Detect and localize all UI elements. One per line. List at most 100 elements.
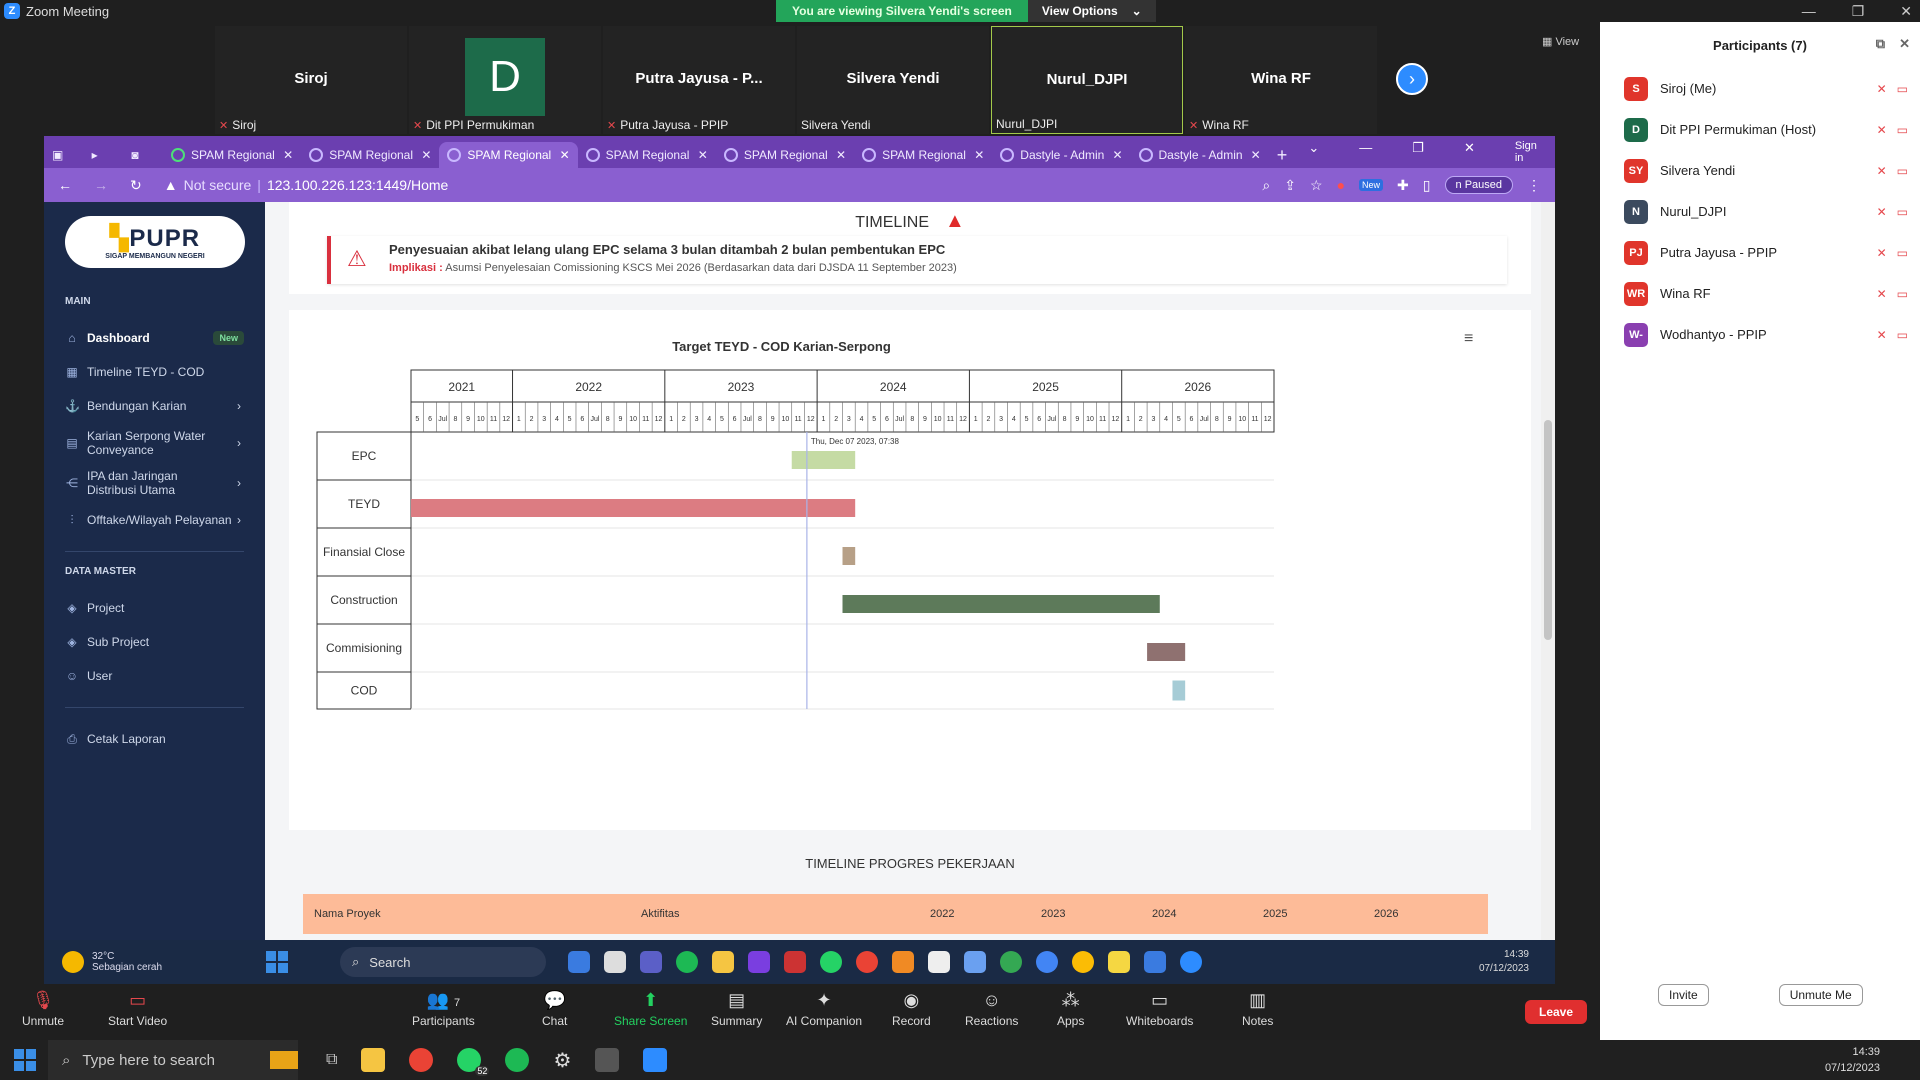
spotify-icon[interactable]	[505, 1048, 530, 1072]
participants-button[interactable]: 👥 7 Participants	[412, 990, 475, 1028]
settings-gear-icon[interactable]: ⚙	[553, 1048, 571, 1073]
sublime-icon[interactable]	[892, 951, 914, 973]
app-icon[interactable]	[604, 951, 626, 973]
close-tab-icon[interactable]: ✕	[836, 148, 846, 162]
tab-search-icon[interactable]: ⌄	[1308, 140, 1319, 164]
participant-row[interactable]: PJ Putra Jayusa - PPIP ✕ ▭	[1600, 232, 1920, 273]
sidebar-item-user[interactable]: ☺ User	[44, 659, 265, 693]
video-tile[interactable]: Wina RF ✕ Wina RF	[1185, 26, 1377, 134]
video-tile[interactable]: Siroj ✕ Siroj	[215, 26, 407, 134]
notes-button[interactable]: ▥ Notes	[1242, 990, 1273, 1028]
chrome-icon[interactable]	[1000, 951, 1022, 973]
participant-row[interactable]: SY Silvera Yendi ✕ ▭	[1600, 150, 1920, 191]
minimize-icon[interactable]: —	[1802, 3, 1816, 19]
participant-row[interactable]: D Dit PPI Permukiman (Host) ✕ ▭	[1600, 109, 1920, 150]
close-tab-icon[interactable]: ✕	[1112, 148, 1122, 162]
browser-tab[interactable]: Dastyle - Admin ✕	[1131, 142, 1269, 168]
participant-row[interactable]: N Nurul_DJPI ✕ ▭	[1600, 191, 1920, 232]
zoom-app-icon[interactable]	[643, 1048, 668, 1072]
extension-red-icon[interactable]: ●	[1337, 177, 1345, 193]
next-page-arrow-icon[interactable]: ›	[1396, 63, 1428, 95]
close-icon[interactable]: ✕	[1899, 36, 1910, 52]
filezilla-icon[interactable]	[784, 951, 806, 973]
tab-pinned[interactable]: ▸	[84, 142, 124, 168]
zoom-app-icon[interactable]	[1180, 951, 1202, 973]
video-tile[interactable]: Putra Jayusa - P... ✕ Putra Jayusa - PPIP	[603, 26, 795, 134]
chart-menu-icon[interactable]: ≡	[1464, 330, 1473, 348]
windows-start-icon[interactable]	[266, 951, 288, 973]
back-arrow-icon[interactable]: ←	[58, 177, 72, 193]
whatsapp-icon[interactable]: 52	[457, 1048, 490, 1076]
bookmark-star-icon[interactable]: ☆	[1310, 177, 1323, 194]
close-tab-icon[interactable]: ✕	[698, 148, 708, 162]
sign-in-link[interactable]: Sign in	[1515, 140, 1545, 164]
taskbar-search[interactable]: ⌕ Search	[340, 947, 546, 977]
taskbar-clock[interactable]: 14:39 07/12/2023	[1479, 948, 1529, 976]
participant-row[interactable]: W- Wodhantyo - PPIP ✕ ▭	[1600, 314, 1920, 355]
sidebar-item-karian-serpong[interactable]: ▤ Karian Serpong Water Conveyance ›	[44, 423, 265, 463]
forward-arrow-icon[interactable]: →	[94, 177, 108, 193]
chat-button[interactable]: 💬 Chat	[542, 990, 567, 1028]
sidebar-item-offtake[interactable]: ⫶ Offtake/Wilayah Pelayanan ›	[44, 503, 265, 537]
sidebar-item-project[interactable]: ◈ Project	[44, 591, 265, 625]
restore-icon[interactable]: ❐	[1412, 140, 1424, 164]
video-tile[interactable]: D ✕ Dit PPI Permukiman	[409, 26, 601, 134]
browser-tab[interactable]: SPAM Regional ✕	[854, 142, 992, 168]
zoom-icon[interactable]: ⌕	[1262, 177, 1270, 194]
windows-start-icon[interactable]	[14, 1049, 36, 1071]
close-tab-icon[interactable]: ✕	[283, 148, 293, 162]
sidebar-item-sub-project[interactable]: ◈ Sub Project	[44, 625, 265, 659]
browser-tab[interactable]: SPAM Regional ✕	[163, 142, 301, 168]
browser-tab[interactable]: SPAM Regional ✕	[716, 142, 854, 168]
summary-button[interactable]: ▤ Summary	[711, 990, 762, 1028]
view-button[interactable]: ▦ View	[1542, 35, 1579, 48]
view-options-button[interactable]: View Options ⌄	[1027, 0, 1156, 22]
share-screen-button[interactable]: ⬆ Share Screen	[614, 990, 687, 1028]
invite-button[interactable]: Invite	[1658, 984, 1709, 1006]
participant-row[interactable]: WR Wina RF ✕ ▭	[1600, 273, 1920, 314]
chrome-icon[interactable]	[856, 951, 878, 973]
maximize-icon[interactable]: ❐	[1852, 3, 1865, 20]
clapperboard-icon[interactable]	[595, 1048, 620, 1072]
new-extension-badge[interactable]: New	[1359, 179, 1384, 191]
chrome-icon[interactable]	[409, 1048, 434, 1072]
unmute-button[interactable]: 🎙 Unmute	[22, 990, 64, 1028]
sidebar-item-dashboard[interactable]: ⌂ Dashboard New	[44, 321, 265, 355]
whiteboards-button[interactable]: ▭ Whiteboards	[1126, 990, 1193, 1028]
whatsapp-icon[interactable]	[820, 951, 842, 973]
record-button[interactable]: ◉ Record	[892, 990, 931, 1028]
video-tile-active-speaker[interactable]: Nurul_DJPI Nurul_DJPI	[991, 26, 1183, 134]
unmute-me-button[interactable]: Unmute Me	[1778, 984, 1863, 1006]
browser-tab-active[interactable]: SPAM Regional ✕	[439, 142, 578, 168]
popout-icon[interactable]: ⧉	[1876, 36, 1885, 52]
leave-button[interactable]: Leave	[1525, 1000, 1588, 1024]
browser-tab[interactable]: SPAM Regional ✕	[301, 142, 439, 168]
reload-icon[interactable]: ↻	[130, 177, 142, 194]
windows-search-box[interactable]: ⌕ Type here to search	[48, 1040, 298, 1080]
folder-icon[interactable]	[712, 951, 734, 973]
app-icon[interactable]	[1108, 951, 1130, 973]
system-clock[interactable]: 14:39 07/12/2023	[1825, 1044, 1880, 1076]
close-tab-icon[interactable]: ✕	[974, 148, 984, 162]
sidebar-item-cetak-laporan[interactable]: ⎙ Cetak Laporan	[44, 722, 265, 756]
task-view-icon[interactable]: ⧉	[326, 1051, 337, 1069]
spotify-icon[interactable]	[676, 951, 698, 973]
tab-pinned[interactable]: ◙	[123, 142, 163, 168]
app-icon[interactable]	[1144, 951, 1166, 973]
close-tab-icon[interactable]: ✕	[560, 148, 570, 162]
chrome-icon[interactable]	[1072, 951, 1094, 973]
url-field[interactable]: ▲ Not secure | 123.100.226.123:1449/Home	[164, 177, 449, 193]
start-video-button[interactable]: ▭ Start Video	[108, 990, 167, 1028]
browser-tab[interactable]: SPAM Regional ✕	[578, 142, 716, 168]
weather-widget[interactable]: 32°C Sebagian cerah	[62, 951, 252, 973]
scrollbar-thumb[interactable]	[1544, 420, 1552, 640]
page-scrollbar[interactable]	[1541, 202, 1555, 940]
pupr-logo[interactable]: ▚PUPR SIGAP MEMBANGUN NEGERI	[65, 216, 245, 268]
video-tile[interactable]: Silvera Yendi Silvera Yendi	[797, 26, 989, 134]
file-explorer-icon[interactable]	[361, 1048, 386, 1072]
puzzle-icon[interactable]: ✚	[1397, 177, 1409, 194]
app-icon[interactable]	[748, 951, 770, 973]
browser-tab[interactable]: Dastyle - Admin ✕	[992, 142, 1130, 168]
close-tab-icon[interactable]: ✕	[1251, 148, 1261, 162]
sidebar-item-bendungan[interactable]: ⚓ Bendungan Karian ›	[44, 389, 265, 423]
